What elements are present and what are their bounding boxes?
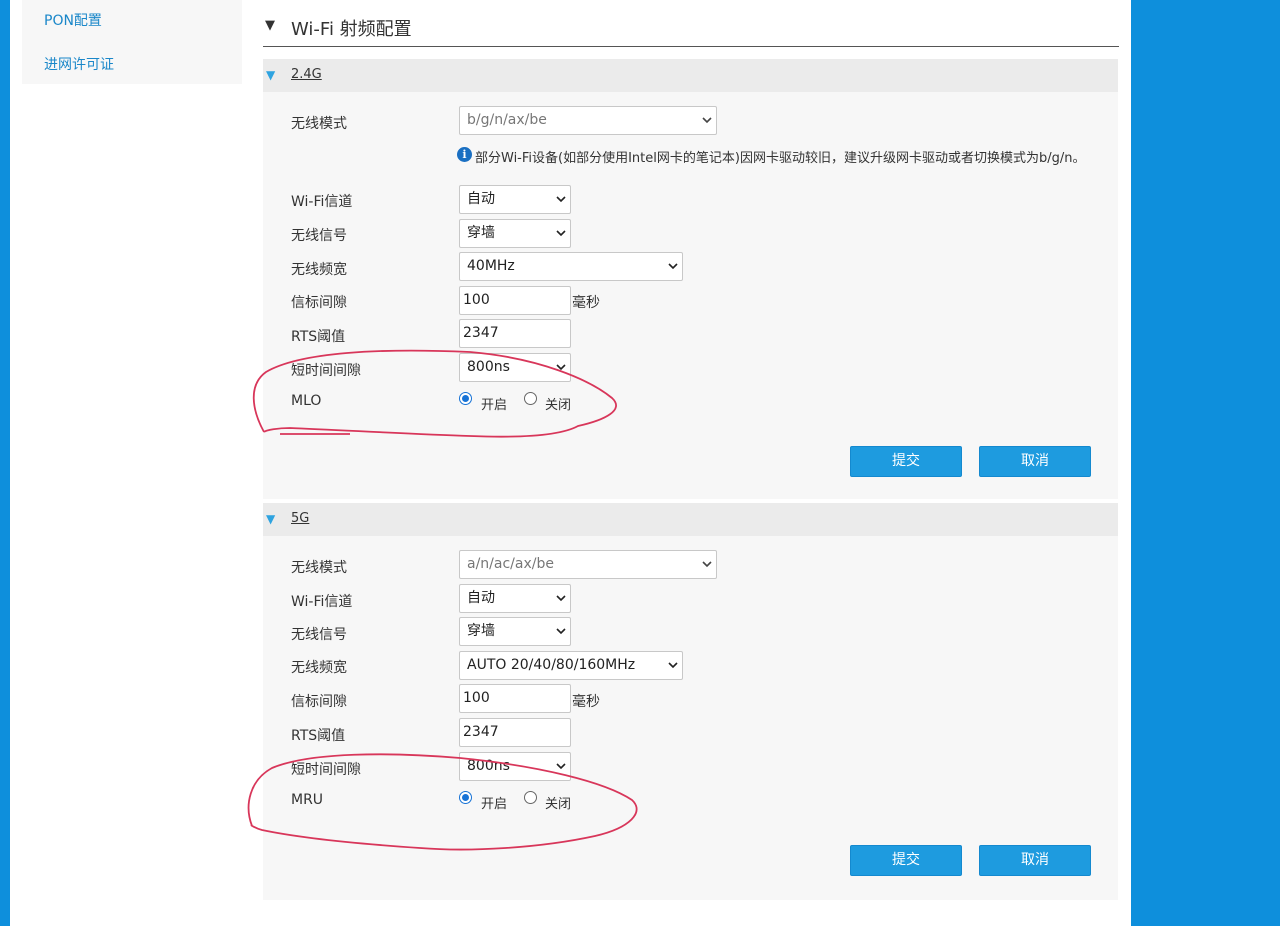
wireless-signal-select[interactable]: 穿墙: [459, 617, 571, 646]
mlo-on-label: 开启: [481, 398, 508, 413]
submit-button[interactable]: 提交: [850, 446, 962, 477]
sidebar-item-pon-config[interactable]: PON配置: [44, 10, 102, 30]
bandwidth-select[interactable]: 40MHz: [459, 252, 683, 281]
bandwidth-select[interactable]: AUTO 20/40/80/160MHz: [459, 651, 683, 680]
guard-interval-label: 短时间间隙: [291, 762, 361, 778]
wireless-mode-select[interactable]: b/g/n/ax/be: [459, 106, 717, 135]
triangle-down-icon[interactable]: ▼: [265, 18, 275, 33]
section-2-4g: ▼ 2.4G 无线模式 b/g/n/ax/be i 部分Wi-Fi设备(如部分使…: [263, 59, 1118, 499]
page-title: Wi-Fi 射频配置: [291, 19, 412, 40]
info-icon: i: [457, 147, 472, 162]
wireless-mode-value: b/g/n/ax/be: [467, 112, 547, 128]
wireless-mode-label: 无线模式: [291, 560, 347, 576]
wifi-channel-label: Wi-Fi信道: [291, 194, 353, 210]
mlo-off-label: 关闭: [545, 398, 572, 413]
wireless-signal-select[interactable]: 穿墙: [459, 219, 571, 248]
wifi-channel-label: Wi-Fi信道: [291, 594, 353, 610]
guard-interval-label: 短时间间隙: [291, 363, 361, 379]
wireless-mode-label: 无线模式: [291, 116, 347, 132]
main-content: ▼ Wi-Fi 射频配置 ▼ 2.4G 无线模式 b/g/n/ax/be i 部…: [263, 0, 1119, 926]
wifi-channel-value: 自动: [467, 191, 495, 207]
chevron-down-icon: [556, 229, 566, 237]
rts-threshold-input[interactable]: 2347: [459, 718, 571, 747]
mru-on-label: 开启: [481, 797, 508, 812]
chevron-down-icon: [556, 627, 566, 635]
chevron-down-icon: [556, 195, 566, 203]
bandwidth-value: 40MHz: [467, 258, 515, 274]
rts-threshold-label: RTS阈值: [291, 329, 346, 345]
beacon-interval-label: 信标间隙: [291, 694, 347, 710]
beacon-unit: 毫秒: [572, 295, 600, 311]
mlo-off-radio[interactable]: [524, 392, 537, 405]
triangle-down-icon: ▼: [266, 512, 276, 526]
guard-interval-value: 800ns: [467, 359, 510, 375]
section-header-2-4g[interactable]: ▼ 2.4G: [263, 59, 1118, 92]
page-header: ▼ Wi-Fi 射频配置: [263, 0, 1119, 47]
rts-threshold-input[interactable]: 2347: [459, 319, 571, 348]
chevron-down-icon: [668, 262, 678, 270]
chevron-down-icon: [556, 762, 566, 770]
mlo-on-radio[interactable]: [459, 392, 472, 405]
wireless-signal-label: 无线信号: [291, 228, 347, 244]
wireless-mode-value: a/n/ac/ax/be: [467, 556, 554, 572]
beacon-unit: 毫秒: [572, 694, 600, 710]
sidebar: PON配置 进网许可证: [22, 0, 242, 84]
bandwidth-label: 无线频宽: [291, 262, 347, 278]
compatibility-notice: 部分Wi-Fi设备(如部分使用Intel网卡的笔记本)因网卡驱动较旧，建议升级网…: [475, 151, 1086, 166]
chevron-down-icon: [702, 116, 712, 124]
beacon-interval-label: 信标间隙: [291, 295, 347, 311]
wireless-mode-select[interactable]: a/n/ac/ax/be: [459, 550, 717, 579]
chevron-down-icon: [556, 363, 566, 371]
section-header-5g[interactable]: ▼ 5G: [263, 503, 1118, 536]
section-title[interactable]: 2.4G: [291, 67, 322, 82]
beacon-interval-input[interactable]: 100: [459, 286, 571, 315]
left-edge-bar: [0, 0, 10, 926]
bandwidth-value: AUTO 20/40/80/160MHz: [467, 657, 636, 673]
mru-off-label: 关闭: [545, 797, 572, 812]
rts-threshold-label: RTS阈值: [291, 728, 346, 744]
bandwidth-label: 无线频宽: [291, 660, 347, 676]
wireless-signal-label: 无线信号: [291, 627, 347, 643]
mru-label: MRU: [291, 792, 324, 808]
chevron-down-icon: [556, 594, 566, 602]
triangle-down-icon: ▼: [266, 68, 276, 82]
section-title[interactable]: 5G: [291, 511, 309, 526]
wireless-signal-value: 穿墙: [467, 225, 495, 241]
cancel-button[interactable]: 取消: [979, 845, 1091, 876]
guard-interval-value: 800ns: [467, 758, 510, 774]
section-5g: ▼ 5G 无线模式 a/n/ac/ax/be Wi-Fi信道 自动 无线信号 穿…: [263, 503, 1118, 900]
chevron-down-icon: [702, 560, 712, 568]
guard-interval-select[interactable]: 800ns: [459, 752, 571, 781]
right-edge-bar: [1131, 0, 1280, 926]
cancel-button[interactable]: 取消: [979, 446, 1091, 477]
wireless-signal-value: 穿墙: [467, 623, 495, 639]
chevron-down-icon: [668, 661, 678, 669]
wifi-channel-select[interactable]: 自动: [459, 185, 571, 214]
submit-button[interactable]: 提交: [850, 845, 962, 876]
wifi-channel-value: 自动: [467, 590, 495, 606]
beacon-interval-input[interactable]: 100: [459, 684, 571, 713]
mru-off-radio[interactable]: [524, 791, 537, 804]
mru-on-radio[interactable]: [459, 791, 472, 804]
guard-interval-select[interactable]: 800ns: [459, 353, 571, 382]
wifi-channel-select[interactable]: 自动: [459, 584, 571, 613]
sidebar-item-network-license[interactable]: 进网许可证: [44, 54, 114, 74]
mlo-label: MLO: [291, 393, 322, 409]
